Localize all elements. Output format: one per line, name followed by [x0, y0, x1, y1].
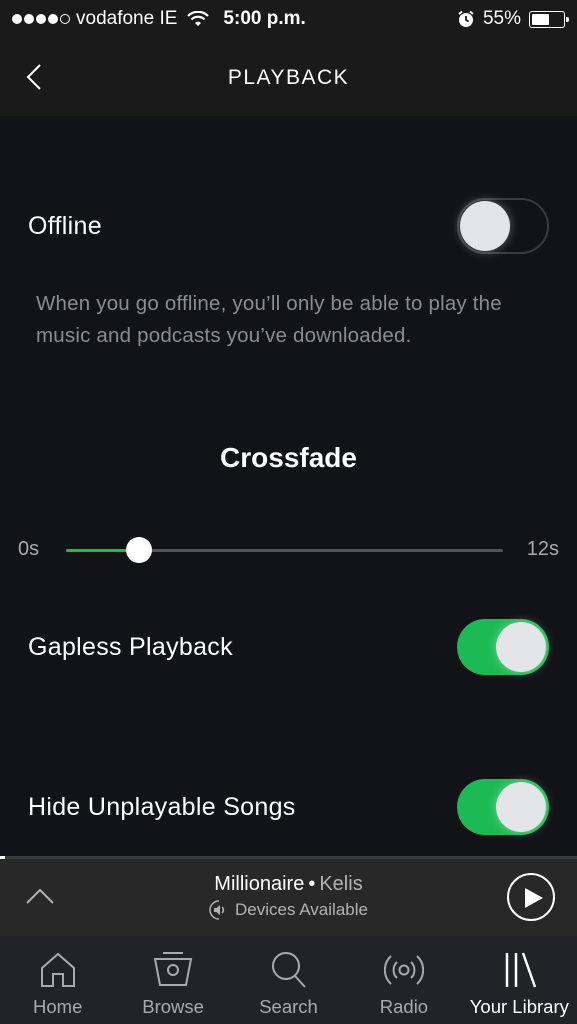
- setting-row-offline: Offline: [28, 198, 549, 254]
- setting-row-hide-unplayable: Hide Unplayable Songs: [28, 779, 549, 835]
- browse-icon: [153, 952, 193, 986]
- carrier-name: vodafone IE: [76, 8, 178, 29]
- tab-browse[interactable]: Browse: [115, 936, 230, 1024]
- signal-dot-empty: [60, 14, 70, 24]
- slider-thumb[interactable]: [125, 537, 152, 563]
- battery-level: [532, 13, 549, 25]
- tab-label: Browse: [142, 996, 204, 1017]
- search-icon: [271, 952, 306, 988]
- navigation-bar: PLAYBACK: [0, 40, 577, 116]
- offline-description: When you go offline, you’ll only be able…: [36, 292, 502, 347]
- signal-dot: [24, 14, 34, 24]
- clock-time: 5:00 p.m.: [223, 8, 306, 29]
- track-artist: Kelis: [319, 873, 363, 895]
- settings-content: Offline When you go offline, you’ll only…: [0, 116, 577, 856]
- page-title: PLAYBACK: [227, 66, 350, 89]
- signal-strength-icon: [12, 14, 70, 24]
- gapless-toggle[interactable]: [457, 619, 549, 675]
- signal-dot: [12, 14, 22, 24]
- crossfade-title: Crossfade: [220, 442, 357, 473]
- track-info[interactable]: Millionaire • Kelis Devices Available: [0, 873, 577, 920]
- toggle-knob: [496, 782, 546, 832]
- library-icon: [506, 952, 537, 988]
- signal-dot: [36, 14, 46, 24]
- track-title: Millionaire: [214, 873, 305, 895]
- devices-available[interactable]: Devices Available: [0, 900, 577, 920]
- track-separator: •: [308, 873, 316, 895]
- slider-max-label: 12s: [526, 538, 559, 560]
- tab-radio[interactable]: Radio: [346, 936, 461, 1024]
- slider-track[interactable]: [66, 537, 503, 563]
- toggle-knob: [496, 622, 546, 672]
- signal-dot: [48, 14, 58, 24]
- play-button[interactable]: [507, 873, 555, 921]
- gapless-label: Gapless Playback: [28, 632, 233, 661]
- play-icon: [525, 888, 543, 908]
- tab-label: Radio: [379, 996, 429, 1017]
- crossfade-slider: 0s 12s: [18, 536, 559, 566]
- toggle-knob: [460, 201, 510, 251]
- mini-player[interactable]: Millionaire • Kelis Devices Available: [0, 856, 577, 936]
- devices-label: Devices Available: [235, 900, 368, 919]
- playback-progress: [0, 856, 5, 859]
- hide-unplayable-toggle[interactable]: [457, 779, 549, 835]
- tab-label: Search: [259, 996, 318, 1017]
- setting-row-gapless: Gapless Playback: [28, 619, 549, 675]
- tab-label: Home: [33, 996, 83, 1017]
- home-icon: [40, 952, 75, 987]
- alarm-clock-icon: [458, 10, 474, 27]
- tab-your-library[interactable]: Your Library: [462, 936, 577, 1024]
- speaker-devices-icon: [209, 900, 225, 920]
- tab-search[interactable]: Search: [231, 936, 346, 1024]
- slider-min-label: 0s: [18, 538, 40, 560]
- tab-home[interactable]: Home: [0, 936, 115, 1024]
- offline-toggle[interactable]: [457, 198, 549, 254]
- status-left: vodafone IE 5:00 p.m.: [12, 8, 306, 30]
- hide-unplayable-label: Hide Unplayable Songs: [28, 792, 296, 821]
- wifi-icon: [187, 11, 210, 26]
- battery-percent: 55%: [482, 8, 521, 29]
- status-bar: vodafone IE 5:00 p.m. 55%: [0, 0, 577, 40]
- radio-icon: [383, 955, 424, 985]
- status-right: 55%: [457, 8, 569, 30]
- offline-label: Offline: [28, 211, 102, 240]
- battery-icon: [529, 10, 569, 28]
- track-line: Millionaire • Kelis: [0, 873, 577, 896]
- tab-bar: Home Browse Search Radio Your Library: [0, 936, 577, 1024]
- tab-label: Your Library: [469, 996, 569, 1017]
